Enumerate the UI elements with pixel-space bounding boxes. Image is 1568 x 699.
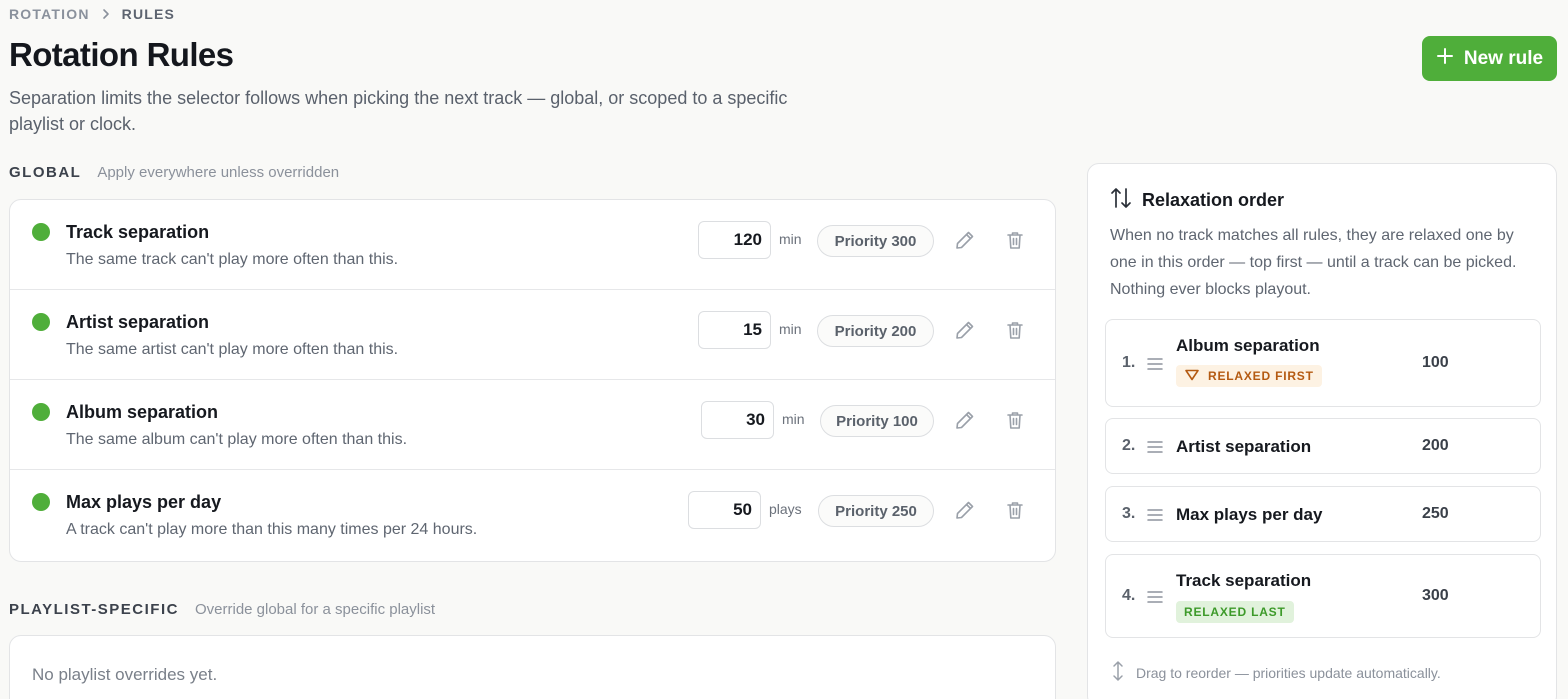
- rule-value-input[interactable]: [698, 221, 771, 259]
- badge-text: RELAXED LAST: [1184, 605, 1286, 619]
- trash-icon[interactable]: [1002, 227, 1028, 253]
- rule-description: The same album can't play more often tha…: [66, 431, 408, 448]
- rule-unit: min: [782, 411, 805, 427]
- pencil-icon[interactable]: [952, 317, 978, 343]
- item-name: Max plays per day: [1176, 505, 1323, 524]
- relaxation-item[interactable]: 2. Artist separation 200: [1105, 418, 1541, 474]
- empty-state-text: No playlist overrides yet.: [32, 665, 218, 684]
- relaxation-description: When no track matches all rules, they ar…: [1110, 227, 1517, 298]
- rule-row-track-separation[interactable]: Track separation The same track can't pl…: [10, 200, 1055, 290]
- drag-handle-icon[interactable]: [1146, 440, 1164, 454]
- rule-row-max-plays-per-day[interactable]: Max plays per day A track can't play mor…: [10, 470, 1055, 560]
- drag-handle-icon[interactable]: [1146, 590, 1164, 604]
- breadcrumb-parent[interactable]: ROTATION: [9, 6, 90, 22]
- priority-pill: Priority 200: [817, 315, 934, 347]
- new-rule-label: New rule: [1463, 47, 1544, 69]
- rule-row-artist-separation[interactable]: Artist separation The same artist can't …: [10, 290, 1055, 380]
- item-number: 3.: [1122, 505, 1136, 522]
- new-rule-button[interactable]: New rule: [1422, 36, 1557, 81]
- rule-name: Max plays per day: [66, 492, 222, 512]
- item-priority-value: 200: [1422, 437, 1449, 454]
- playlist-section-title: PLAYLIST-SPECIFIC: [9, 601, 179, 618]
- global-section-title: GLOBAL: [9, 164, 82, 181]
- rule-value-input[interactable]: [688, 491, 761, 529]
- rule-unit: min: [779, 231, 802, 247]
- item-priority-value: 300: [1422, 587, 1449, 604]
- badge-text: RELAXED FIRST: [1208, 369, 1314, 383]
- relaxation-header: Relaxation order: [1110, 186, 1284, 215]
- pencil-icon[interactable]: [952, 227, 978, 253]
- item-number: 4.: [1122, 587, 1136, 604]
- global-section-header: GLOBAL Apply everywhere unless overridde…: [9, 164, 339, 181]
- priority-pill: Priority 300: [817, 225, 934, 257]
- rule-unit: min: [779, 321, 802, 337]
- playlist-overrides-card: No playlist overrides yet.: [9, 635, 1056, 699]
- drag-handle-icon[interactable]: [1146, 508, 1164, 522]
- chevron-right-icon: [100, 8, 112, 20]
- playlist-section-header: PLAYLIST-SPECIFIC Override global for a …: [9, 601, 435, 618]
- status-dot-icon: [32, 313, 50, 331]
- rule-name: Album separation: [66, 402, 219, 422]
- sort-arrows-icon: [1110, 186, 1132, 215]
- rule-name: Track separation: [66, 222, 210, 242]
- item-priority-value: 100: [1422, 354, 1449, 371]
- pencil-icon[interactable]: [952, 407, 978, 433]
- relaxed-last-badge: RELAXED LAST: [1176, 601, 1294, 623]
- item-name: Album separation: [1176, 336, 1320, 355]
- vertical-arrows-icon: [1110, 660, 1126, 685]
- rule-row-album-separation[interactable]: Album separation The same album can't pl…: [10, 380, 1055, 470]
- relaxed-first-badge: RELAXED FIRST: [1176, 365, 1322, 387]
- global-section-description: Apply everywhere unless overridden: [97, 164, 340, 181]
- trash-icon[interactable]: [1002, 497, 1028, 523]
- rule-description: The same artist can't play more often th…: [66, 341, 399, 358]
- breadcrumb: ROTATION RULES: [9, 6, 175, 22]
- status-dot-icon: [32, 223, 50, 241]
- rule-unit: plays: [769, 501, 802, 517]
- item-number: 1.: [1122, 354, 1136, 371]
- plus-icon: [1436, 47, 1454, 71]
- item-name: Track separation: [1176, 571, 1312, 590]
- relaxation-item[interactable]: 3. Max plays per day 250: [1105, 486, 1541, 542]
- rule-description: The same track can't play more often tha…: [66, 251, 399, 268]
- rule-value-input[interactable]: [701, 401, 774, 439]
- item-number: 2.: [1122, 437, 1136, 454]
- status-dot-icon: [32, 403, 50, 421]
- priority-pill: Priority 250: [818, 495, 934, 527]
- item-priority-value: 250: [1422, 505, 1449, 522]
- relaxation-footer: Drag to reorder — priorities update auto…: [1110, 660, 1441, 685]
- trash-icon[interactable]: [1002, 407, 1028, 433]
- relaxation-order-panel: Relaxation order When no track matches a…: [1087, 163, 1557, 699]
- status-dot-icon: [32, 493, 50, 511]
- footer-text: Drag to reorder — priorities update auto…: [1136, 664, 1441, 681]
- global-rules-card: Track separation The same track can't pl…: [9, 199, 1056, 562]
- relaxation-item[interactable]: 4. Track separation RELAXED LAST 300: [1105, 554, 1541, 638]
- rule-description: A track can't play more than this many t…: [66, 521, 478, 538]
- page-title: Rotation Rules: [9, 36, 234, 73]
- item-name: Artist separation: [1176, 437, 1312, 456]
- page-subtitle: Separation limits the selector follows w…: [9, 88, 788, 134]
- breadcrumb-current: RULES: [121, 6, 176, 22]
- rule-value-input[interactable]: [698, 311, 771, 349]
- relaxation-item[interactable]: 1. Album separation RELAXED FIRST 100: [1105, 319, 1541, 407]
- priority-pill: Priority 100: [820, 405, 934, 437]
- drag-handle-icon[interactable]: [1146, 357, 1164, 371]
- playlist-section-description: Override global for a specific playlist: [194, 601, 436, 618]
- rule-name: Artist separation: [66, 312, 210, 332]
- relaxation-title: Relaxation order: [1142, 190, 1285, 210]
- trash-icon[interactable]: [1002, 317, 1028, 343]
- triangle-down-icon: [1184, 369, 1200, 384]
- pencil-icon[interactable]: [952, 497, 978, 523]
